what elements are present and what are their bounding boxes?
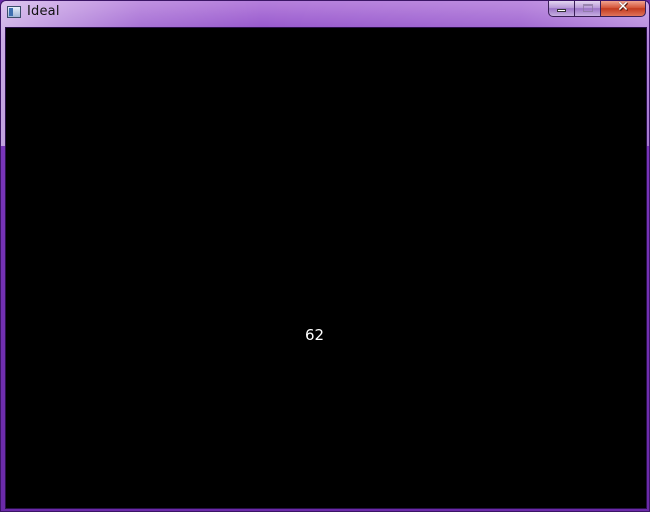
title-bar[interactable]: Ideal ✕	[1, 1, 649, 25]
minimize-icon	[557, 9, 566, 12]
close-button[interactable]: ✕	[601, 1, 646, 17]
value-readout: 62	[305, 326, 325, 344]
maximize-button[interactable]	[575, 1, 601, 17]
close-icon: ✕	[617, 0, 629, 15]
app-window-icon[interactable]	[7, 6, 21, 18]
minimize-button[interactable]	[548, 1, 575, 17]
app-window: Ideal ✕ 62	[0, 0, 650, 512]
window-controls: ✕	[548, 1, 646, 18]
client-area[interactable]: 62	[5, 27, 647, 509]
window-title: Ideal	[27, 4, 60, 19]
maximize-icon	[583, 4, 593, 12]
